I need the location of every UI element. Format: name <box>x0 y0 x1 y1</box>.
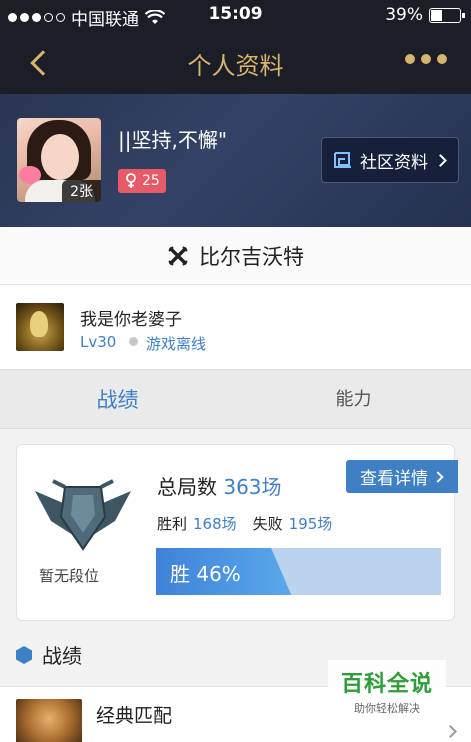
photo-count-badge: 2张 <box>62 180 101 202</box>
page-title: 个人资料 <box>187 52 284 80</box>
battery-icon <box>429 7 465 23</box>
tab-record[interactable]: 战绩 <box>0 370 235 430</box>
win-rate-bar: 胜 46% <box>156 548 441 595</box>
nav-bar: 个人资料 <box>0 30 471 94</box>
role-avatar <box>16 303 64 351</box>
popularity-count: 25 <box>142 173 160 189</box>
chevron-right-icon <box>432 470 444 483</box>
status-bar: 中国联通 15:09 39% <box>0 0 471 30</box>
view-details-button[interactable]: 查看详情 <box>346 460 458 493</box>
avatar[interactable]: 2张 <box>17 118 101 202</box>
watermark: 百科全说 助你轻松解决 <box>328 660 446 717</box>
status-dot-icon <box>129 337 138 346</box>
win-loss-row: 胜利 168场 失败 195场 <box>157 515 333 533</box>
crossed-swords-icon <box>168 245 188 266</box>
user-signature: ||坚持,不懈" <box>118 128 228 152</box>
popularity-badge: 25 <box>118 169 166 193</box>
watermark-title: 百科全说 <box>340 672 433 697</box>
total-games-count: 363场 <box>223 475 282 499</box>
chevron-right-icon <box>444 725 457 738</box>
hexagon-icon <box>16 645 32 664</box>
section-title: 战绩 <box>42 644 82 668</box>
profile-banner: 2张 ||坚持,不懈" 25 社区资料 <box>0 94 471 227</box>
role-row[interactable]: 我是你老婆子 Lv30 游戏离线 <box>0 285 471 369</box>
rank-label: 暂无段位 <box>39 567 100 585</box>
win-rate-label: 胜 46% <box>170 562 241 586</box>
role-status: 游戏离线 <box>146 335 207 353</box>
role-level: Lv30 <box>80 333 117 351</box>
match-mode: 经典匹配 <box>96 705 173 727</box>
chevron-right-icon <box>434 153 447 167</box>
battery-label: 39% <box>385 5 423 25</box>
female-icon <box>126 173 136 188</box>
server-name: 比尔吉沃特 <box>199 244 304 269</box>
rank-emblem-icon <box>35 479 131 551</box>
total-games: 总局数 363场 <box>157 475 282 499</box>
tab-bar: 战绩 能力 <box>0 369 471 429</box>
community-profile-button[interactable]: 社区资料 <box>321 137 459 183</box>
community-icon <box>334 152 351 168</box>
watermark-subtitle: 助你轻松解决 <box>354 702 420 715</box>
losses-count: 195场 <box>288 515 333 533</box>
server-row: 比尔吉沃特 <box>0 227 471 285</box>
more-icon[interactable] <box>405 54 447 64</box>
wins-count: 168场 <box>193 515 237 533</box>
tab-ability[interactable]: 能力 <box>236 370 471 430</box>
community-button-label: 社区资料 <box>360 152 428 173</box>
hero-avatar <box>16 699 82 742</box>
view-details-label: 查看详情 <box>360 469 428 489</box>
role-name: 我是你老婆子 <box>80 310 182 330</box>
section-heading: 战绩 <box>16 640 82 669</box>
